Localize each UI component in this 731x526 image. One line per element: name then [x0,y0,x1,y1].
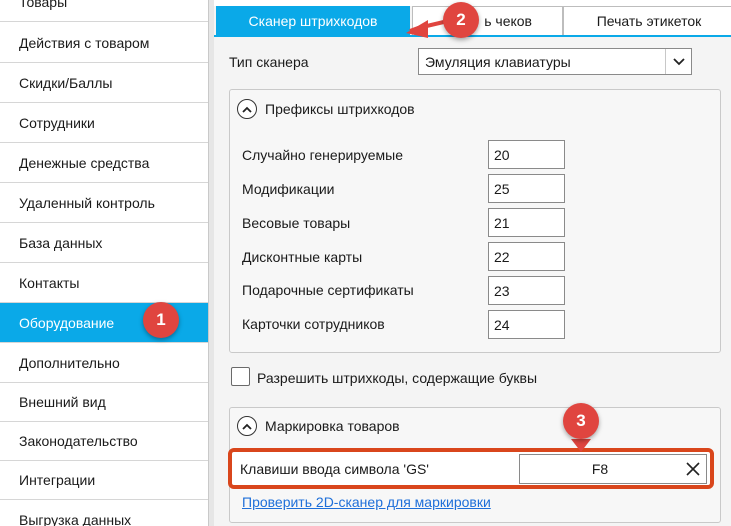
callout-badge-2: 2 [443,2,479,38]
callout-badge-3: 3 [563,403,599,439]
sidebar-item-label: Выгрузка данных [19,511,132,526]
tab-label: Печать этикеток [596,13,702,29]
sidebar-item-label: Оборудование [19,314,115,331]
prefix-input-discount-cards[interactable]: 22 [488,242,565,271]
prefix-label-weight-goods: Весовые товары [242,215,351,231]
allow-letters-label[interactable]: Разрешить штрихкоды, содержащие буквы [257,370,537,386]
sidebar-item-integrations[interactable]: Интеграции [0,460,208,500]
gs-key-input[interactable]: F8 [519,454,707,484]
sidebar-item-label: Внешний вид [19,393,106,410]
prefix-input-weight-goods[interactable]: 21 [488,208,565,237]
sidebar-item-appearance[interactable]: Внешний вид [0,382,208,422]
sidebar-item-label: Контакты [19,274,80,291]
sidebar-item-label: Сотрудники [19,114,95,131]
sidebar-item-label: Дополнительно [19,354,120,371]
sidebar-item-discounts[interactable]: Скидки/Баллы [0,63,208,103]
sidebar-item-label: База данных [19,234,103,251]
tab-underline [214,35,731,37]
sidebar-item-additional[interactable]: Дополнительно [0,343,208,383]
prefix-label-gift-certificates: Подарочные сертификаты [242,282,414,298]
sidebar-item-employees[interactable]: Сотрудники [0,103,208,143]
sidebar-item-product-actions[interactable]: Действия с товаром [0,23,208,63]
prefix-input-modifications[interactable]: 25 [488,174,565,203]
chevron-up-icon[interactable] [237,99,257,119]
sidebar-item-cash[interactable]: Денежные средства [0,143,208,183]
scanner-type-value: Эмуляция клавиатуры [425,53,571,70]
scanner-type-select[interactable]: Эмуляция клавиатуры [418,48,692,75]
sidebar-item-label: Товары [19,0,68,10]
gs-key-value: F8 [591,461,609,477]
tab-receipt-print[interactable]: ь чеков [412,6,563,36]
allow-letters-checkbox[interactable] [231,367,250,386]
tab-label-print[interactable]: Печать этикеток [563,6,731,36]
sidebar-item-data-export[interactable]: Выгрузка данных [0,500,208,526]
sidebar-item-products[interactable]: Товары [0,0,208,22]
sidebar-item-contacts[interactable]: Контакты [0,263,208,303]
prefix-input-random[interactable]: 20 [488,140,565,169]
tab-label: ь чеков [484,13,532,29]
prefix-label-random: Случайно генерируемые [242,147,404,163]
prefix-label-employee-cards: Карточки сотрудников [242,316,385,332]
sidebar-item-label: Скидки/Баллы [19,74,113,91]
sidebar-item-label: Действия с товаром [19,34,150,51]
sidebar-item-label: Законодательство [19,432,138,449]
tab-label: Сканер штрихкодов [248,13,378,29]
sidebar-item-remote-control[interactable]: Удаленный контроль [0,183,208,223]
prefixes-group-title: Префиксы штрихкодов [265,101,415,117]
check-2d-scanner-link[interactable]: Проверить 2D-сканер для маркировки [242,494,491,510]
scanner-type-label: Тип сканера [229,54,309,70]
gs-key-label: Клавиши ввода символа 'GS' [240,461,429,477]
tab-barcode-scanner[interactable]: Сканер штрихкодов [216,6,410,36]
prefix-input-employee-cards[interactable]: 24 [488,310,565,339]
prefix-label-modifications: Модификации [242,181,335,197]
sidebar-item-legislation[interactable]: Законодательство [0,421,208,461]
close-icon[interactable] [680,462,706,476]
chevron-down-icon[interactable] [665,49,691,74]
sidebar-item-database[interactable]: База данных [0,223,208,263]
callout-badge-1: 1 [143,302,179,338]
chevron-up-icon[interactable] [237,416,257,436]
sidebar-item-label: Денежные средства [19,154,150,171]
sidebar-item-label: Интеграции [19,471,96,488]
prefix-label-discount-cards: Дисконтные карты [242,249,363,265]
marking-group-title: Маркировка товаров [265,418,400,434]
prefix-input-gift-certificates[interactable]: 23 [488,276,565,305]
sidebar-item-label: Удаленный контроль [19,194,155,211]
settings-sidebar: Товары Действия с товаром Скидки/Баллы С… [0,0,209,526]
